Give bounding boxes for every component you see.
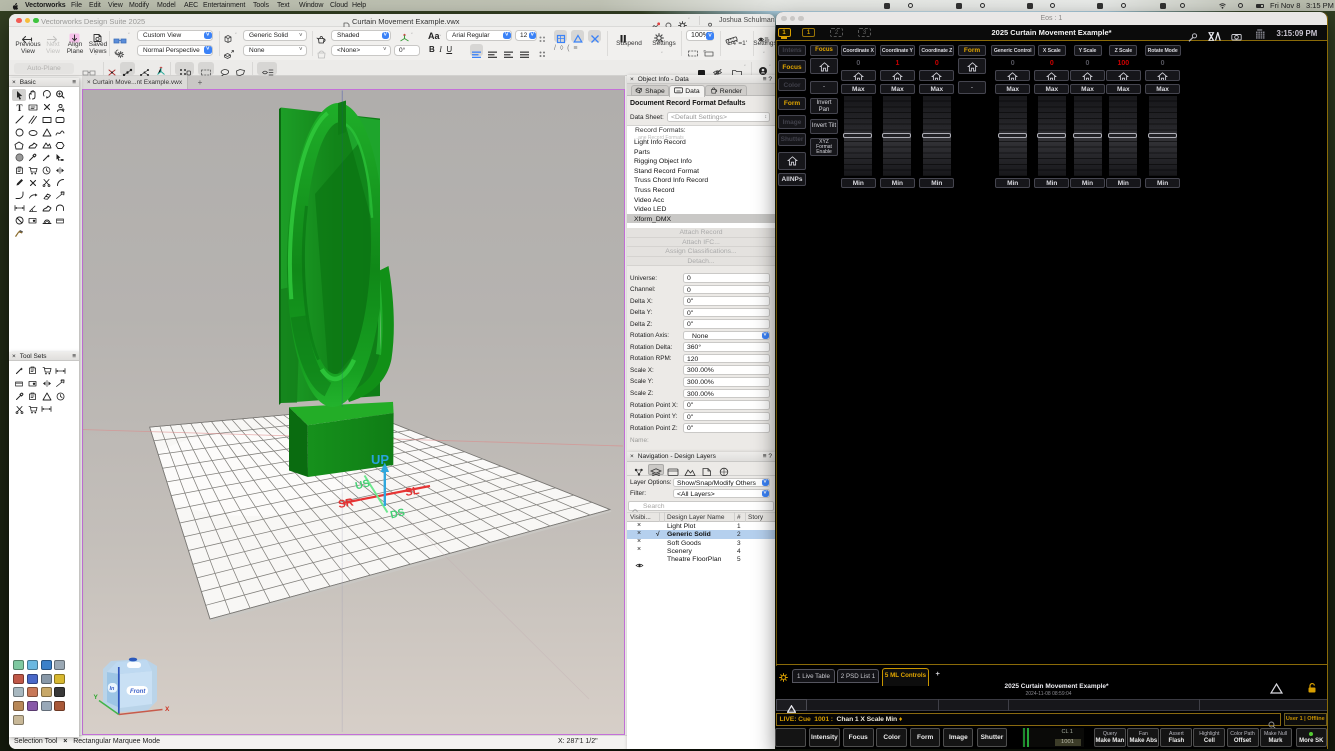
svg-text:Y: Y <box>94 694 99 701</box>
svg-text:UP: UP <box>371 452 389 467</box>
svg-text:SL: SL <box>405 485 421 499</box>
svg-text:X: X <box>165 706 170 713</box>
svg-text:Front: Front <box>130 689 146 695</box>
svg-text:T: T <box>16 103 22 112</box>
svg-text:In: In <box>110 686 116 692</box>
